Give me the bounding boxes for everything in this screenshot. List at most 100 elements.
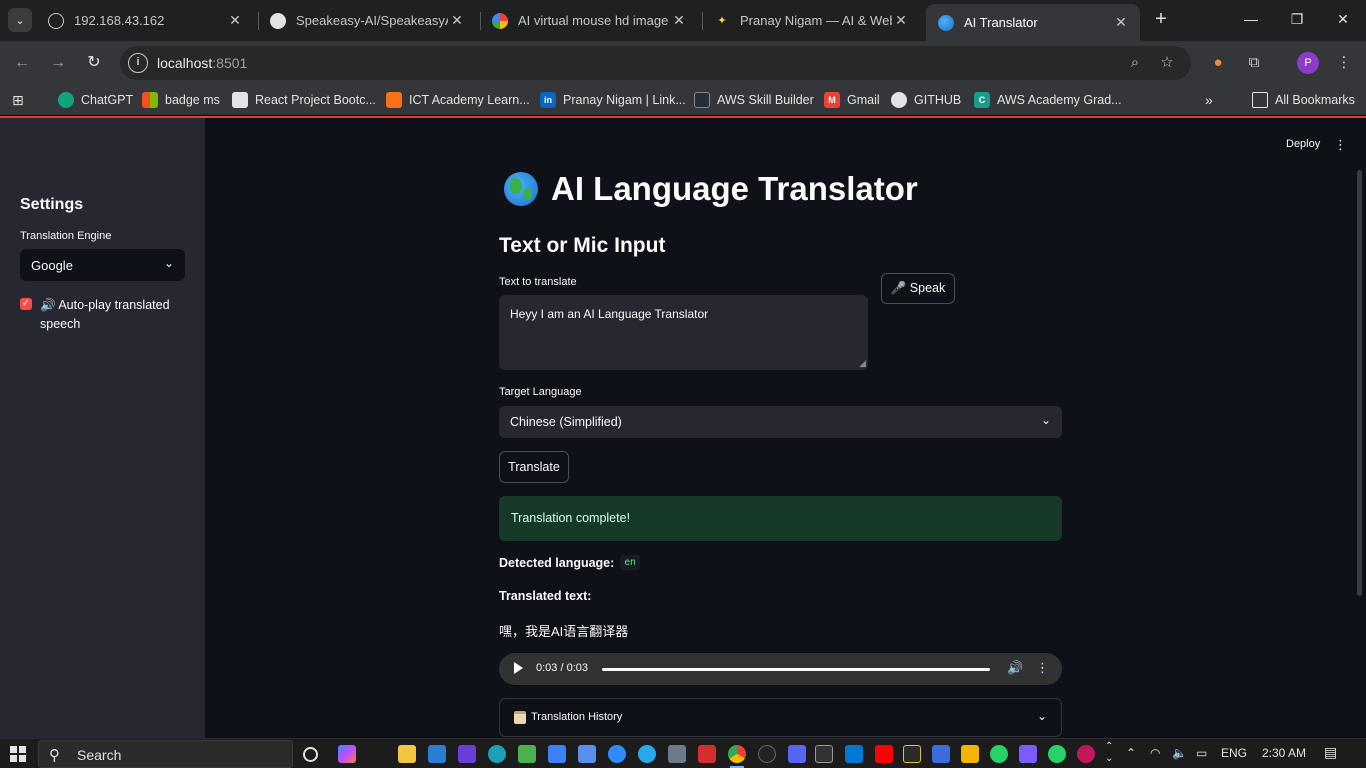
sidebar-title: Settings — [20, 196, 84, 213]
close-icon[interactable]: ✕ — [226, 12, 244, 29]
avatar[interactable]: P — [1297, 52, 1319, 74]
whatsapp-icon[interactable] — [1048, 745, 1066, 763]
detected-language: Detected language: en — [499, 555, 640, 570]
extension-icon[interactable]: ● — [1207, 52, 1229, 74]
speaker-icon[interactable]: 🔈 — [1172, 746, 1187, 760]
url-text[interactable]: localhost:8501 — [157, 55, 247, 71]
target-language-label: Target Language — [499, 386, 582, 398]
github-desktop-icon[interactable] — [758, 745, 776, 763]
browser-tab[interactable]: AI virtual mouse hd image - ✕ — [480, 4, 698, 37]
engine-select[interactable]: Google ⌄ — [20, 249, 185, 281]
app-icon[interactable] — [788, 745, 806, 763]
keyboard-icon[interactable] — [548, 745, 566, 763]
wifi-icon[interactable]: ◠ — [1150, 746, 1160, 760]
photos-icon[interactable] — [668, 745, 686, 763]
slides-icon[interactable] — [961, 745, 979, 763]
bookmark-item[interactable]: C AWS Academy Grad... — [974, 91, 1122, 109]
history-expander[interactable]: Translation History ⌄ — [499, 698, 1062, 737]
streamlit-globe-icon — [938, 14, 954, 31]
store-icon[interactable] — [428, 745, 446, 763]
app-icon[interactable] — [1077, 745, 1095, 763]
bookmark-item[interactable]: GITHUB — [891, 91, 961, 109]
zoom-app-icon[interactable] — [608, 745, 626, 763]
linkedin-icon: in — [540, 92, 556, 108]
tab-search-icon[interactable]: ⌄ — [8, 8, 32, 32]
browser-tab[interactable]: 192.168.43.162 ✕ — [36, 4, 254, 37]
edge-icon[interactable] — [488, 745, 506, 763]
star-icon[interactable]: ☆ — [1157, 53, 1177, 73]
all-bookmarks-button[interactable]: All Bookmarks — [1252, 91, 1355, 109]
scroll-arrows-icon[interactable]: ⌃ ⌄ — [1105, 741, 1113, 765]
puzzle-icon[interactable]: ⧉ — [1243, 52, 1265, 74]
menu-icon[interactable]: ⋮ — [1333, 52, 1355, 74]
back-icon[interactable]: ← — [10, 51, 34, 75]
bookmark-item[interactable]: AWS Skill Builder — [694, 91, 814, 109]
volume-icon[interactable]: 🔊 — [1007, 660, 1023, 676]
site-info-icon[interactable]: i — [128, 53, 148, 73]
bookmark-item[interactable]: M Gmail — [824, 91, 880, 109]
text-input[interactable]: Heyy I am an AI Language Translator ◢ — [499, 295, 868, 370]
translate-button[interactable]: Translate — [499, 451, 569, 483]
zoom-icon[interactable]: ⌕ — [1125, 53, 1145, 73]
autoplay-checkbox[interactable]: ✓ — [20, 298, 32, 310]
close-icon[interactable]: ✕ — [1112, 14, 1130, 31]
show-hidden-icons-icon[interactable]: ⌃ — [1126, 746, 1136, 760]
app-icon[interactable] — [1019, 745, 1037, 763]
address-bar[interactable]: i localhost:8501 ⌕ ☆ — [120, 46, 1191, 80]
bookmark-item[interactable]: ChatGPT — [58, 91, 133, 109]
acrobat-icon[interactable] — [698, 745, 716, 763]
task-view-icon[interactable] — [303, 747, 318, 762]
telegram-icon[interactable] — [638, 745, 656, 763]
audio-more-icon[interactable]: ⋮ — [1036, 660, 1049, 676]
audio-player: 0:03 / 0:03 🔊 ⋮ — [499, 653, 1062, 685]
scrollbar[interactable] — [1357, 170, 1362, 596]
forward-icon[interactable]: → — [46, 51, 70, 75]
battery-icon[interactable]: ▭ — [1196, 746, 1207, 760]
taskbar-search-text: Search — [77, 747, 122, 763]
app-menu-icon[interactable]: ⋮ — [1334, 137, 1347, 153]
apps-icon[interactable]: ⊞ — [12, 91, 24, 109]
audio-progress-slider[interactable] — [602, 668, 990, 671]
copilot-icon[interactable] — [338, 745, 356, 763]
gmail-icon: M — [824, 92, 840, 108]
whatsapp-icon[interactable] — [990, 745, 1008, 763]
taskbar-search[interactable]: ⚲ Search — [38, 740, 293, 768]
more-bookmarks-icon[interactable]: » — [1205, 91, 1213, 109]
bookmark-item[interactable]: ICT Academy Learn... — [386, 91, 530, 109]
app-icon[interactable] — [458, 745, 476, 763]
close-icon[interactable]: ✕ — [448, 12, 466, 29]
browser-tab[interactable]: Speakeasy-AI/SpeakeasyAI.p ✕ — [258, 4, 476, 37]
pycharm-icon[interactable] — [903, 745, 921, 763]
target-language-select[interactable]: Chinese (Simplified) ⌄ — [499, 406, 1062, 438]
browser-tab[interactable]: ✦ Pranay Nigam — AI & Web I ✕ — [702, 4, 920, 37]
clock[interactable]: 2:30 AM — [1262, 746, 1306, 760]
terminal-icon[interactable] — [815, 745, 833, 763]
bookmark-item[interactable]: in Pranay Nigam | Link... — [540, 91, 686, 109]
restore-icon[interactable]: ❐ — [1286, 8, 1308, 30]
app-icon[interactable] — [518, 745, 536, 763]
language-indicator[interactable]: ENG — [1221, 746, 1247, 760]
new-tab-icon[interactable]: + — [1150, 8, 1172, 30]
bookmark-item[interactable]: React Project Bootc... — [232, 91, 376, 109]
deploy-button[interactable]: Deploy — [1286, 138, 1320, 150]
minimize-icon[interactable]: — — [1240, 8, 1262, 30]
success-alert: Translation complete! — [499, 496, 1062, 541]
chrome-icon[interactable] — [728, 745, 746, 768]
browser-tab-active[interactable]: AI Translator ✕ — [926, 4, 1140, 41]
windows-start-icon[interactable] — [10, 746, 26, 762]
docs-icon[interactable] — [932, 745, 950, 763]
detected-label: Detected language: — [499, 555, 615, 570]
notification-icon[interactable]: ▤ — [1324, 744, 1337, 761]
speak-button[interactable]: 🎤 Speak — [881, 273, 955, 304]
bookmark-item[interactable]: badge ms — [142, 91, 220, 109]
app-icon[interactable] — [578, 745, 596, 763]
close-icon[interactable]: ✕ — [670, 12, 688, 29]
window-close-icon[interactable]: ✕ — [1332, 8, 1354, 30]
resize-handle-icon[interactable]: ◢ — [859, 358, 866, 369]
reload-icon[interactable]: ↻ — [82, 51, 106, 75]
close-icon[interactable]: ✕ — [892, 12, 910, 29]
vscode-icon[interactable] — [845, 745, 863, 763]
file-explorer-icon[interactable] — [398, 745, 416, 763]
youtube-icon[interactable] — [875, 745, 893, 763]
play-icon[interactable] — [514, 662, 523, 674]
